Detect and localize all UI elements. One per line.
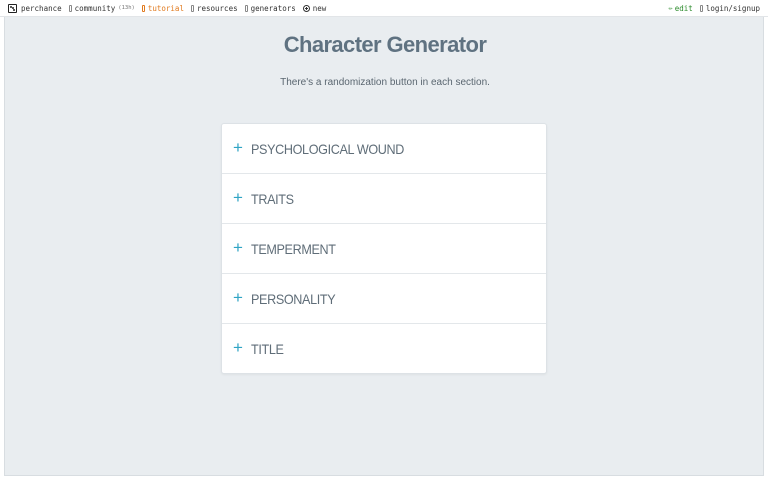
top-nav-bar: perchance community (13h) tutorial resou…: [0, 0, 768, 17]
generators-label: generators: [250, 3, 296, 13]
plus-icon: +: [233, 138, 243, 157]
page-subtitle: There's a randomization button in each s…: [280, 77, 490, 88]
book-icon: [141, 4, 145, 12]
community-activity: (13h): [118, 5, 135, 11]
home-link[interactable]: perchance: [8, 3, 62, 13]
tutorial-label: tutorial: [147, 3, 184, 13]
resources-icon: [190, 4, 194, 12]
edit-label: edit: [674, 3, 693, 13]
pencil-icon: ✏: [668, 4, 673, 12]
section-label: TITLE: [251, 340, 284, 357]
new-generator-link[interactable]: new: [302, 3, 327, 13]
sections-accordion: + PSYCHOLOGICAL WOUND + TRAITS + TEMPERM…: [221, 123, 547, 374]
community-link[interactable]: community (13h): [68, 3, 135, 13]
brand-label: perchance: [21, 3, 62, 13]
community-label: community: [74, 3, 116, 13]
edit-link[interactable]: ✏ edit: [669, 4, 693, 13]
chat-icon: [68, 4, 72, 12]
dice-logo-icon: [8, 3, 17, 13]
section-label: TEMPERMENT: [251, 240, 336, 257]
plus-icon: +: [233, 238, 243, 257]
generator-frame: Character Generator There's a randomizat…: [4, 17, 764, 476]
plus-icon: +: [233, 338, 243, 357]
login-link[interactable]: login/signup: [699, 3, 760, 13]
section-temperment[interactable]: + TEMPERMENT: [222, 224, 546, 274]
page-title: Character Generator: [283, 32, 487, 57]
section-personality[interactable]: + PERSONALITY: [222, 274, 546, 324]
section-title[interactable]: + TITLE: [222, 324, 546, 373]
login-label: login/signup: [705, 3, 760, 13]
plus-icon: +: [233, 188, 243, 207]
resources-label: resources: [196, 3, 238, 13]
section-label: TRAITS: [251, 190, 294, 207]
user-icon: [699, 4, 703, 12]
section-psychological-wound[interactable]: + PSYCHOLOGICAL WOUND: [222, 124, 546, 174]
section-traits[interactable]: + TRAITS: [222, 174, 546, 224]
plus-icon: +: [233, 288, 243, 307]
section-label: PERSONALITY: [251, 290, 336, 307]
generators-icon: [244, 4, 248, 12]
new-label: new: [312, 3, 327, 13]
section-label: PSYCHOLOGICAL WOUND: [251, 140, 405, 157]
plus-circle-icon: [302, 4, 310, 12]
tutorial-link[interactable]: tutorial: [141, 3, 184, 13]
generators-link[interactable]: generators: [244, 3, 296, 13]
resources-link[interactable]: resources: [190, 3, 238, 13]
